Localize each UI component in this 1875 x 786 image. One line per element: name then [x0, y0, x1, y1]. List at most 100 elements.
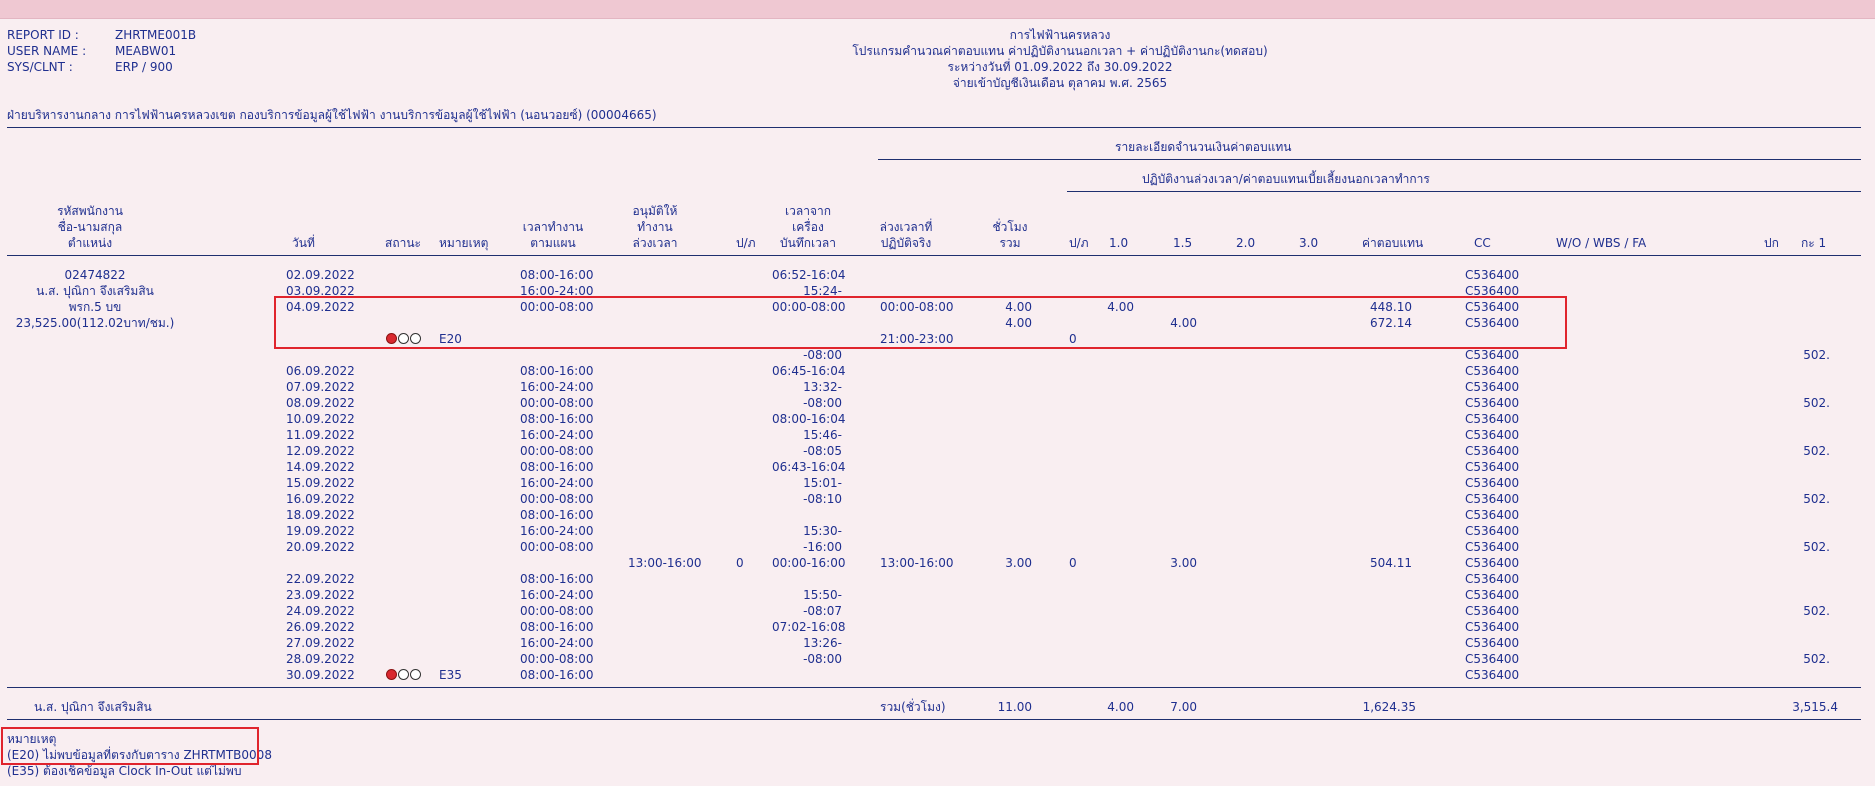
row-5-cc: C536400 — [1465, 348, 1520, 362]
sys-label: SYS/CLNT : — [7, 60, 73, 74]
row-7-cc: C536400 — [1465, 380, 1520, 394]
row-14-plan: 00:00-08:00 — [520, 492, 594, 506]
col-header-emp-position: ตำแหน่ง — [67, 236, 113, 250]
row-21-machine: -08:07 — [803, 604, 842, 618]
report-title-4: จ่ายเข้าบัญชีเงินเดือน ตุลาคม พ.ศ. 2565 — [952, 76, 1168, 90]
row-16-plan: 16:00-24:00 — [520, 524, 594, 538]
highlight-box-footnote — [1, 727, 259, 765]
row-20-machine: 15:50- — [803, 588, 842, 602]
divider-group-1 — [878, 159, 1861, 160]
col-header-cc: CC — [1474, 236, 1491, 250]
col-header-rate-15: 1.5 — [1173, 236, 1193, 250]
row-9-plan: 08:00-16:00 — [520, 412, 594, 426]
row-18-approve: 13:00-16:00 — [628, 556, 702, 570]
row-0-cc: C536400 — [1465, 268, 1520, 282]
row-17-cc: C536400 — [1465, 540, 1520, 554]
row-24-cc: C536400 — [1465, 652, 1520, 666]
report-id-value: ZHRTME001B — [115, 28, 197, 42]
group-header-overtime: ปฏิบัติงานล่วงเวลา/ค่าตอบแทนเบี้ยเลี้ยงน… — [1142, 172, 1430, 186]
row-24-ka1: 502. — [1803, 652, 1830, 666]
col-header-emp-id: รหัสพนักงาน — [57, 204, 123, 218]
row-10-cc: C536400 — [1465, 428, 1520, 442]
row-14-cc: C536400 — [1465, 492, 1520, 506]
row-13-plan: 16:00-24:00 — [520, 476, 594, 490]
row-23-cc: C536400 — [1465, 636, 1520, 650]
row-23-date: 27.09.2022 — [286, 636, 355, 650]
row-10-date: 11.09.2022 — [286, 428, 355, 442]
org-line: ฝ่ายบริหารงานกลาง การไฟฟ้านครหลวงเขต กอง… — [7, 108, 657, 122]
row-19-date: 22.09.2022 — [286, 572, 355, 586]
row-25-status-lamps — [386, 667, 422, 683]
row-5-ka1: 502. — [1803, 348, 1830, 362]
row-17-date: 20.09.2022 — [286, 540, 355, 554]
col-header-machine-2: เครื่อง — [792, 220, 824, 234]
row-14-date: 16.09.2022 — [286, 492, 355, 506]
col-header-emp-name: ชื่อ-นามสกุล — [57, 220, 123, 234]
report-title-3: ระหว่างวันที่ 01.09.2022 ถึง 30.09.2022 — [947, 60, 1173, 74]
row-17-machine: -16:00 — [803, 540, 842, 554]
col-header-pa-1: ป/ภ — [736, 236, 756, 250]
row-11-plan: 00:00-08:00 — [520, 444, 594, 458]
row-21-ka1: 502. — [1803, 604, 1830, 618]
row-16-cc: C536400 — [1465, 524, 1520, 538]
row-20-cc: C536400 — [1465, 588, 1520, 602]
row-15-date: 18.09.2022 — [286, 508, 355, 522]
row-8-machine: -08:00 — [803, 396, 842, 410]
col-header-plan-1: เวลาทำงาน — [522, 220, 584, 234]
group-header-compensation: รายละเอียดจำนวนเงินค่าตอบแทน — [1115, 140, 1292, 154]
employee-salary: 23,525.00(112.02บาท/ชม.) — [15, 316, 175, 330]
row-25-date: 30.09.2022 — [286, 668, 355, 682]
row-17-plan: 00:00-08:00 — [520, 540, 594, 554]
totals-hours: 11.00 — [997, 700, 1032, 714]
col-header-hours-1: ชั่วโมง — [992, 220, 1028, 234]
row-20-plan: 16:00-24:00 — [520, 588, 594, 602]
row-22-date: 26.09.2022 — [286, 620, 355, 634]
row-18-hours: 3.00 — [1005, 556, 1032, 570]
employee-id: 02474822 — [64, 268, 126, 282]
employee-position: พรก.5 บข — [68, 300, 122, 314]
row-7-date: 07.09.2022 — [286, 380, 355, 394]
col-header-wo: W/O / WBS / FA — [1556, 236, 1647, 250]
row-9-cc: C536400 — [1465, 412, 1520, 426]
row-12-plan: 08:00-16:00 — [520, 460, 594, 474]
row-15-cc: C536400 — [1465, 508, 1520, 522]
report-id-label: REPORT ID : — [7, 28, 79, 42]
totals-employee-name: น.ส. ปุณิกา จึงเสริมสิน — [34, 700, 152, 714]
row-19-plan: 08:00-16:00 — [520, 572, 594, 586]
status-red-light-icon — [386, 669, 397, 680]
row-21-date: 24.09.2022 — [286, 604, 355, 618]
row-13-cc: C536400 — [1465, 476, 1520, 490]
row-22-machine: 07:02-16:08 — [772, 620, 846, 634]
row-18-machine: 00:00-16:00 — [772, 556, 846, 570]
col-header-machine-1: เวลาจาก — [785, 204, 831, 218]
row-18-actual: 13:00-16:00 — [880, 556, 954, 570]
row-8-cc: C536400 — [1465, 396, 1520, 410]
row-5-machine: -08:00 — [803, 348, 842, 362]
row-25-remark: E35 — [439, 668, 462, 682]
col-header-approve-3: ล่วงเวลา — [632, 236, 678, 250]
col-header-pk: ปก — [1764, 236, 1779, 250]
row-25-cc: C536400 — [1465, 668, 1520, 682]
col-header-comp: ค่าตอบแทน — [1362, 236, 1424, 250]
row-24-plan: 00:00-08:00 — [520, 652, 594, 666]
row-6-date: 06.09.2022 — [286, 364, 355, 378]
row-14-ka1: 502. — [1803, 492, 1830, 506]
totals-ka1: 3,515.4 — [1792, 700, 1838, 714]
user-name-label: USER NAME : — [7, 44, 87, 58]
row-11-machine: -08:05 — [803, 444, 842, 458]
col-header-rate-2: 2.0 — [1236, 236, 1256, 250]
col-header-actual-1: ล่วงเวลาที่ — [879, 220, 933, 234]
row-0-machine: 06:52-16:04 — [772, 268, 846, 282]
totals-rate-15: 7.00 — [1170, 700, 1197, 714]
row-21-plan: 00:00-08:00 — [520, 604, 594, 618]
row-22-cc: C536400 — [1465, 620, 1520, 634]
row-13-machine: 15:01- — [803, 476, 842, 490]
col-header-remark: หมายเหตุ — [439, 236, 489, 250]
report-title-2: โปรแกรมคำนวณค่าตอบแทน ค่าปฏิบัติงานนอกเว… — [852, 44, 1268, 58]
row-8-plan: 00:00-08:00 — [520, 396, 594, 410]
col-header-date: วันที่ — [292, 236, 315, 250]
row-18-pa2: 0 — [1069, 556, 1077, 570]
row-24-date: 28.09.2022 — [286, 652, 355, 666]
highlight-box-e20-rows — [274, 296, 1567, 349]
footnote-e35: (E35) ต้องเช็คข้อมูล Clock In-Out แต่ไม่… — [7, 764, 242, 778]
